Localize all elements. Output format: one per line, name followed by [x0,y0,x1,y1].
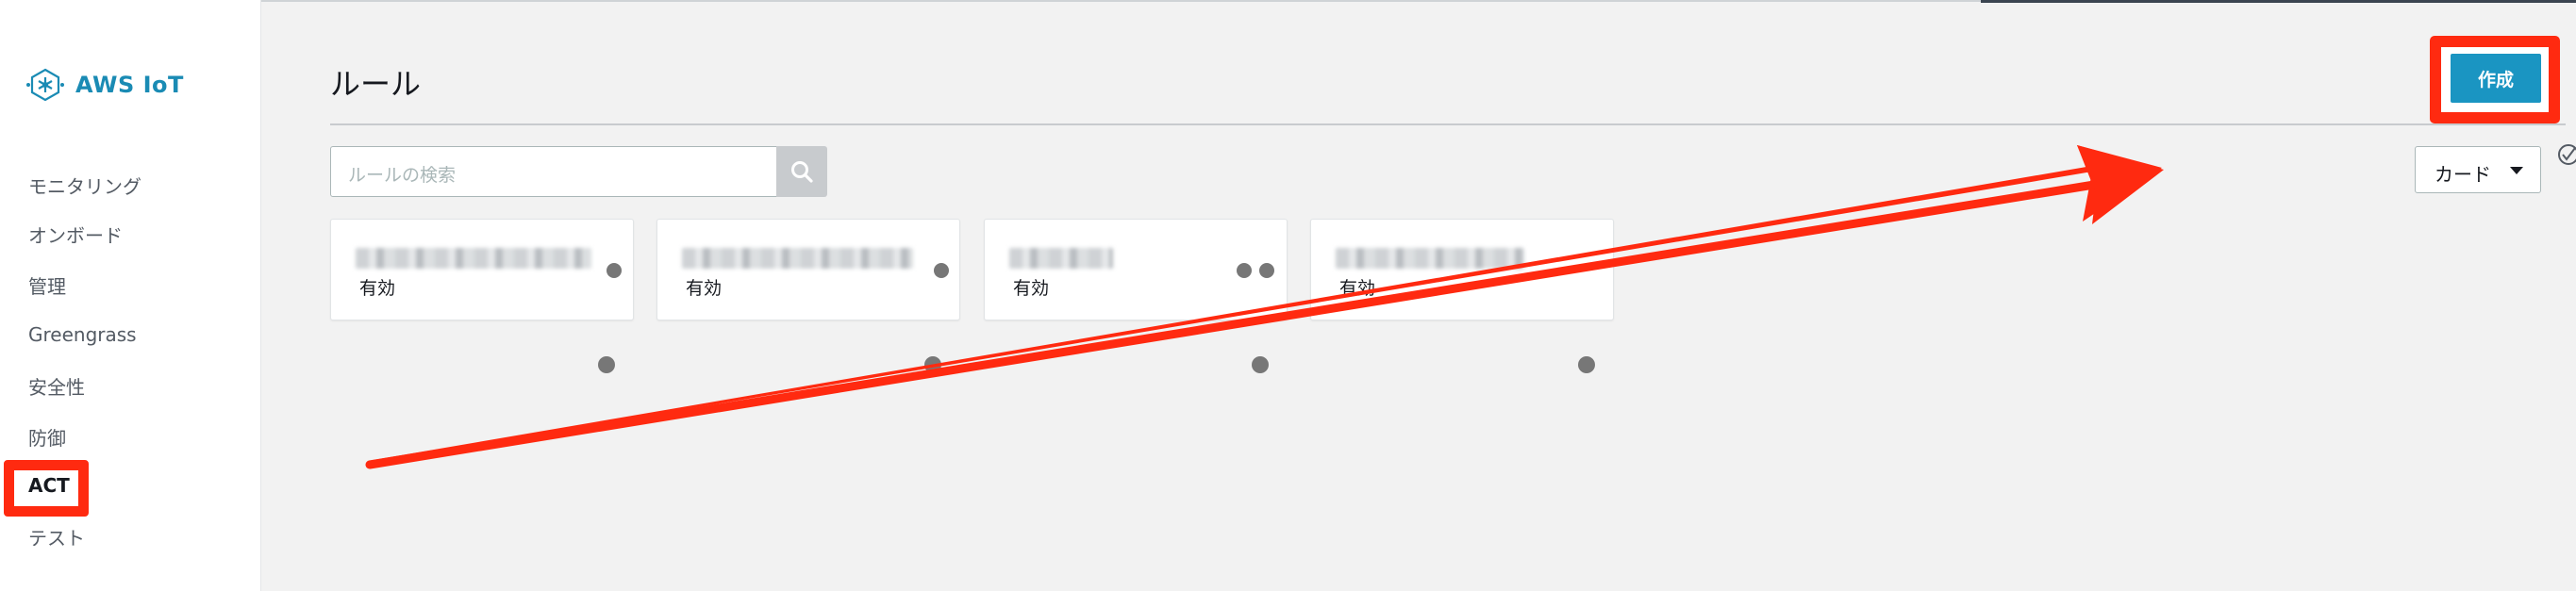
search-icon [791,161,813,183]
sidebar-item-monitoring[interactable]: モニタリング [28,172,141,199]
check-circle-icon[interactable] [2556,141,2576,168]
view-mode-select[interactable]: カード [2415,146,2541,193]
rule-name-redacted[interactable] [1009,248,1113,269]
pager-dot[interactable] [598,356,615,373]
help-icon[interactable] [2561,47,2576,74]
rule-card[interactable]: 有効 [984,219,1288,320]
card-dot [1237,263,1252,278]
pager-dot[interactable] [1578,356,1595,373]
card-dot [607,263,622,278]
card-dot [934,263,949,278]
rule-status: 有効 [686,278,723,299]
rule-name-redacted[interactable] [356,248,591,269]
caret-down-icon [2510,167,2523,174]
pager-dot[interactable] [924,356,941,373]
app-title: AWS IoT [75,72,184,98]
rule-status: 有効 [359,278,396,299]
rule-card[interactable]: 有効 [1310,219,1614,320]
rule-card[interactable]: 有効 [330,219,634,320]
search-button[interactable] [776,146,827,197]
rule-card[interactable]: 有効 [656,219,960,320]
sidebar-item-defend[interactable]: 防御 [28,423,66,451]
sidebar-item-test[interactable]: テスト [28,523,85,550]
rule-status: 有効 [1013,278,1050,299]
aws-iot-logo-icon [26,68,64,102]
pager-dot[interactable] [1252,356,1269,373]
search-placeholder: ルールの検索 [348,165,457,186]
rule-status: 有効 [1339,278,1376,299]
create-button[interactable]: 作成 [2451,54,2541,103]
view-mode-value: カード [2435,163,2491,186]
info-icon[interactable] [2561,94,2576,121]
rule-name-redacted[interactable] [1336,248,1524,269]
card-dot [1259,263,1274,278]
sidebar-item-manage[interactable]: 管理 [28,271,66,299]
sidebar-item-act[interactable]: ACT [28,474,70,497]
sidebar-item-onboard[interactable]: オンボード [28,221,123,248]
logo[interactable]: AWS IoT [26,66,184,104]
sidebar-item-greengrass[interactable]: Greengrass [28,323,137,346]
top-bar-dark [1981,0,2576,3]
rule-name-redacted[interactable] [682,248,913,269]
page-title: ルール [330,66,422,102]
search-input[interactable]: ルールの検索 [330,146,777,197]
title-divider [330,123,2566,125]
sidebar: AWS IoT モニタリング オンボード 管理 Greengrass 安全性 防… [0,0,261,591]
sidebar-item-secure[interactable]: 安全性 [28,372,85,400]
